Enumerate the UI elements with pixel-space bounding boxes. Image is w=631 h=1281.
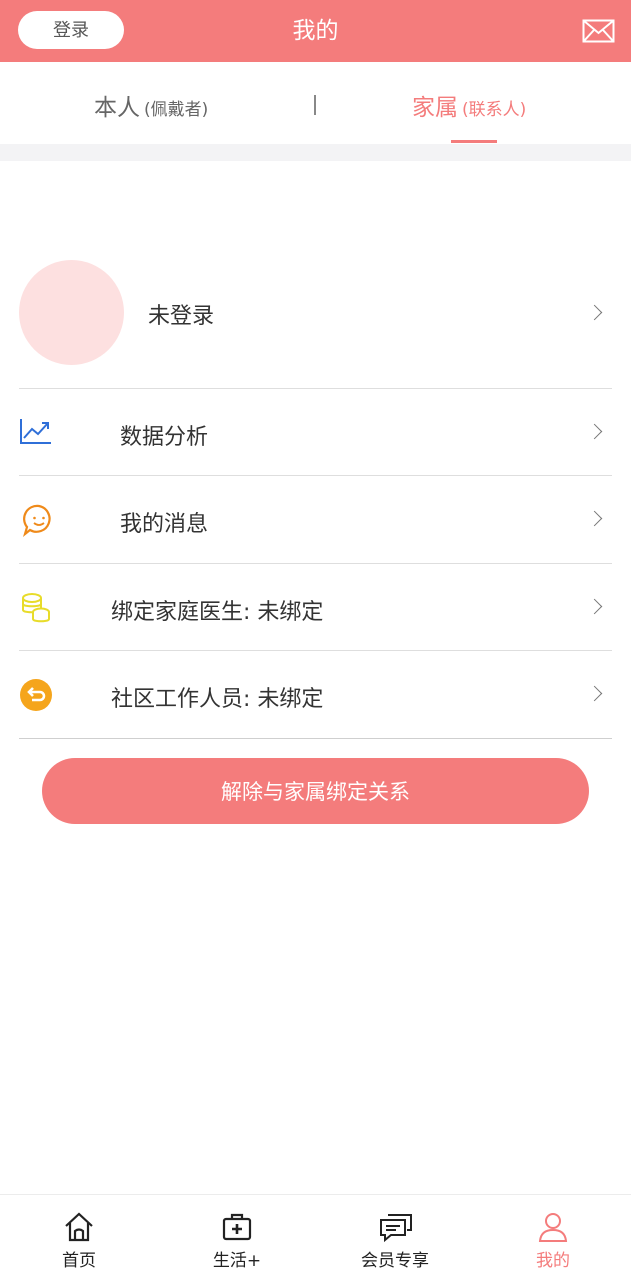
login-button[interactable]: 登录	[18, 11, 124, 49]
chevron-right-icon	[586, 598, 603, 615]
menu-item-family-doctor[interactable]: 绑定家庭医生: 未绑定	[19, 563, 612, 650]
chart-icon	[20, 419, 51, 444]
tabbar-label: 首页	[62, 1251, 96, 1271]
tabbar-label: 生活+	[212, 1251, 262, 1271]
menu-item-community-staff[interactable]: 社区工作人员: 未绑定	[19, 650, 612, 737]
home-icon	[65, 1212, 93, 1242]
tab-family[interactable]: 家属 (联系人)	[412, 88, 526, 128]
tabbar-item-life[interactable]: 生活+	[158, 1195, 316, 1281]
tab-self-sub: (佩戴者)	[144, 100, 209, 120]
medkit-icon	[222, 1213, 252, 1241]
chevron-right-icon	[586, 423, 603, 440]
tab-divider	[314, 95, 316, 115]
menu-item-my-messages[interactable]: 我的消息	[19, 475, 612, 562]
tab-self[interactable]: 本人 (佩戴者)	[94, 88, 208, 128]
menu-item-label: 社区工作人员: 未绑定	[111, 687, 324, 712]
tabbar-item-mine[interactable]: 我的	[474, 1195, 631, 1281]
menu-item-data-analysis[interactable]: 数据分析	[19, 388, 612, 475]
mail-icon[interactable]	[582, 19, 615, 43]
menu-item-label: 我的消息	[120, 512, 209, 537]
tabbar-label: 会员专享	[361, 1251, 429, 1271]
chevron-right-icon	[586, 510, 603, 527]
coins-icon	[22, 593, 50, 623]
user-icon	[538, 1213, 568, 1242]
active-tab-indicator	[451, 140, 497, 143]
menu-item-label: 绑定家庭医生: 未绑定	[111, 600, 324, 625]
bottom-tab-bar: 首页 生活+ 会员专享 我的	[0, 1194, 631, 1281]
role-tabs: 本人 (佩戴者) 家属 (联系人)	[0, 62, 631, 144]
divider	[19, 738, 612, 739]
chevron-right-icon	[586, 685, 603, 702]
chevron-right-icon	[586, 304, 603, 321]
tabbar-label: 我的	[536, 1251, 570, 1271]
menu-item-label: 数据分析	[120, 425, 209, 450]
top-header: 登录 我的	[0, 0, 631, 62]
tabbar-item-home[interactable]: 首页	[0, 1195, 158, 1281]
message-icon	[22, 504, 51, 537]
tab-family-sub: (联系人)	[462, 100, 527, 120]
unbind-family-button[interactable]: 解除与家属绑定关系	[42, 758, 589, 824]
avatar[interactable]	[19, 260, 124, 365]
return-icon	[20, 679, 52, 711]
tab-family-label: 家属	[412, 95, 458, 121]
tab-self-label: 本人	[94, 95, 140, 121]
section-divider	[0, 144, 631, 161]
profile-name: 未登录	[148, 304, 215, 329]
tabbar-item-member[interactable]: 会员专享	[316, 1195, 474, 1281]
profile-row[interactable]: 未登录	[0, 250, 631, 385]
chat-icon	[380, 1214, 412, 1243]
